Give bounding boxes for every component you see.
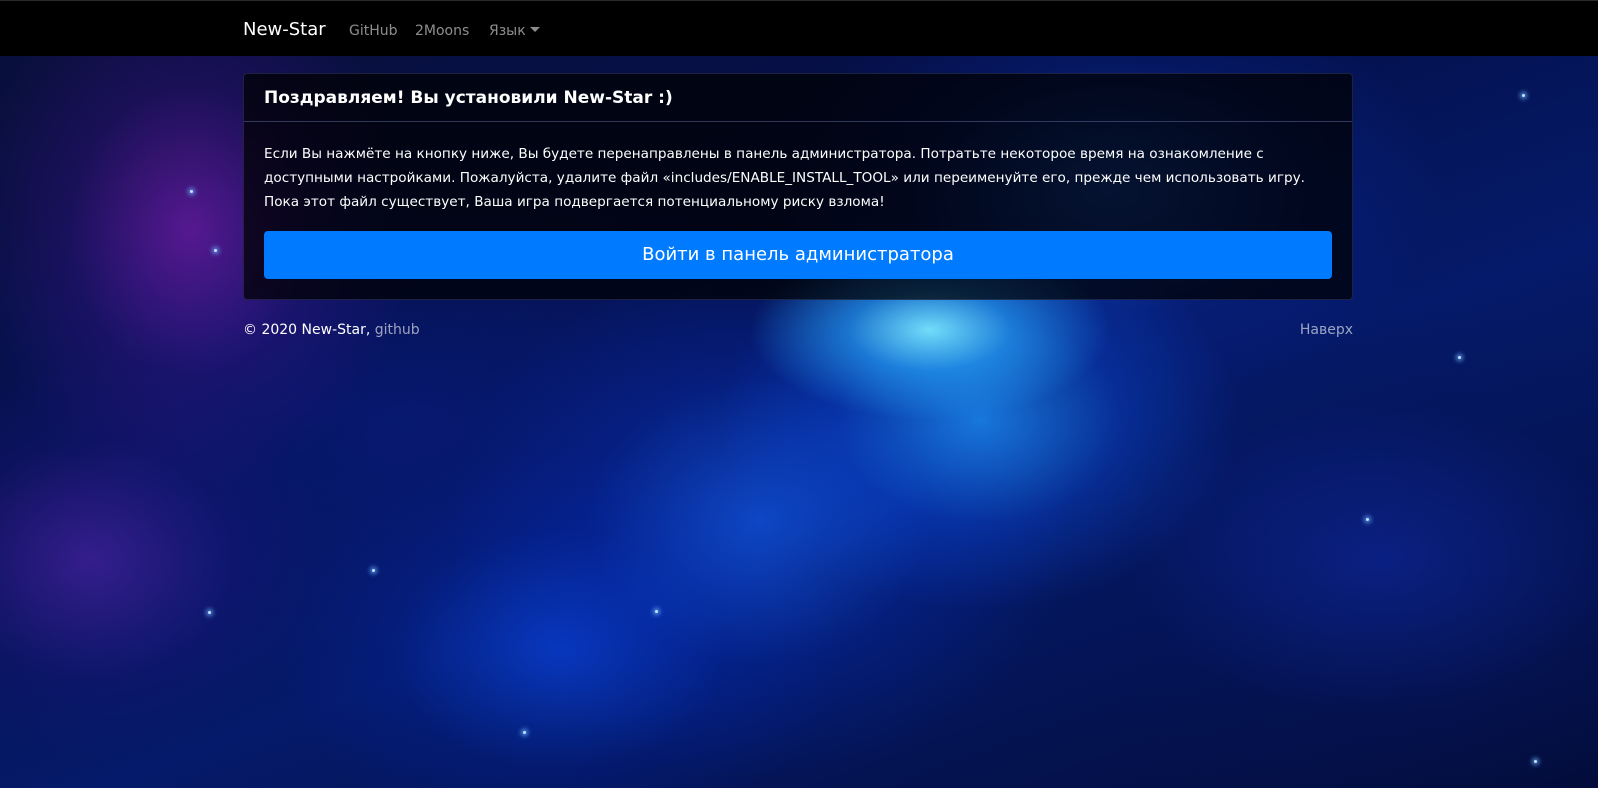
- star: [1522, 94, 1525, 97]
- copyright-text: © 2020 New-Star,: [243, 322, 371, 338]
- star: [655, 610, 658, 613]
- message-line: доступными настройками. Пожалуйста, удал…: [264, 170, 1305, 186]
- star: [214, 249, 217, 252]
- card-message: Если Вы нажмёте на кнопку ниже, Вы будет…: [244, 122, 1352, 214]
- star: [190, 190, 193, 193]
- footer-copyright: © 2020 New-Star, github: [243, 319, 420, 341]
- brand-link[interactable]: New-Star: [243, 17, 326, 43]
- star: [1458, 356, 1461, 359]
- star: [372, 569, 375, 572]
- language-dropdown[interactable]: Язык: [489, 20, 540, 42]
- star: [523, 731, 526, 734]
- star: [1534, 760, 1537, 763]
- install-success-card: Поздравляем! Вы установили New-Star :) Е…: [243, 73, 1353, 300]
- language-label: Язык: [489, 23, 526, 39]
- back-to-top-link[interactable]: Наверх: [1300, 319, 1353, 341]
- admin-panel-button[interactable]: Войти в панель администратора: [264, 231, 1332, 279]
- github-footer-link[interactable]: github: [375, 322, 420, 338]
- star: [1366, 518, 1369, 521]
- nav-link-github[interactable]: GitHub: [349, 20, 398, 42]
- nav-link-2moons[interactable]: 2Moons: [415, 20, 469, 42]
- card-title: Поздравляем! Вы установили New-Star :): [244, 74, 1352, 122]
- message-line: Пока этот файл существует, Ваша игра под…: [264, 194, 885, 210]
- star: [208, 611, 211, 614]
- top-navbar: New-Star GitHub 2Moons Язык: [0, 0, 1598, 56]
- caret-down-icon: [529, 27, 540, 32]
- message-line: Если Вы нажмёте на кнопку ниже, Вы будет…: [264, 146, 1264, 162]
